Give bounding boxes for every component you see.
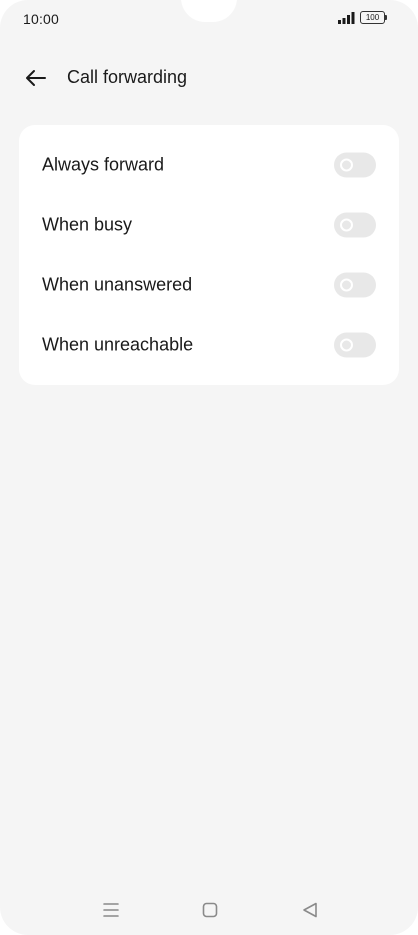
arrow-left-icon (26, 70, 46, 86)
battery-level: 100 (360, 11, 385, 24)
option-when-unanswered[interactable]: When unanswered (19, 255, 399, 315)
forwarding-options-card: Always forward When busy When unanswered… (19, 125, 399, 385)
when-unanswered-toggle[interactable] (334, 272, 376, 298)
toggle-knob (340, 158, 353, 172)
when-busy-toggle[interactable] (334, 212, 376, 238)
option-when-unreachable[interactable]: When unreachable (19, 315, 399, 375)
option-label: Always forward (42, 154, 165, 175)
toggle-knob (340, 218, 353, 232)
option-when-busy[interactable]: When busy (19, 195, 399, 255)
home-icon (202, 902, 218, 918)
option-always-forward[interactable]: Always forward (19, 135, 399, 195)
always-forward-toggle[interactable] (334, 152, 376, 178)
recent-apps-button[interactable] (99, 898, 123, 922)
home-button[interactable] (198, 898, 222, 922)
option-label: When unanswered (42, 274, 193, 295)
option-label: When busy (42, 214, 133, 235)
signal-icon (338, 12, 355, 24)
when-unreachable-toggle[interactable] (334, 332, 376, 358)
system-back-button[interactable] (298, 898, 322, 922)
toggle-knob (340, 338, 353, 352)
header: Call forwarding (0, 56, 418, 100)
back-triangle-icon (303, 902, 317, 918)
back-button[interactable] (20, 62, 52, 94)
battery-cap (385, 15, 387, 20)
screen: 10:00 100 Call forwarding Always forward (0, 0, 418, 935)
page-title: Call forwarding (67, 67, 188, 87)
battery-icon: 100 (360, 11, 388, 25)
toggle-knob (340, 278, 353, 292)
camera-notch (181, 0, 237, 22)
status-bar: 10:00 100 (0, 0, 418, 38)
navigation-bar (0, 890, 418, 930)
menu-icon (103, 903, 119, 917)
status-time: 10:00 (23, 11, 60, 27)
option-label: When unreachable (42, 334, 194, 355)
